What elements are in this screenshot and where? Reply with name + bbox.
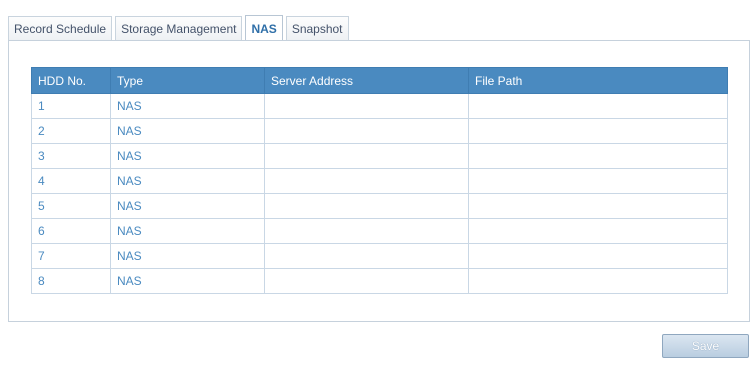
- cell-type: NAS: [110, 243, 265, 269]
- cell-file-path: [468, 118, 728, 144]
- cell-file-path: [468, 193, 728, 219]
- cell-hdd-no: 2: [31, 118, 111, 144]
- cell-hdd-no: 5: [31, 193, 111, 219]
- table-row[interactable]: 7 NAS: [31, 243, 728, 269]
- table-body: 1 NAS 2 NAS 3 NAS 4 NAS 5 NAS 6 NAS 7 NAS 8 NAS: [31, 93, 728, 294]
- tab-storage-management[interactable]: Storage Management: [115, 16, 243, 40]
- cell-hdd-no: 7: [31, 243, 111, 269]
- table-row[interactable]: 3 NAS: [31, 143, 728, 169]
- cell-server-address: [264, 143, 469, 169]
- cell-file-path: [468, 268, 728, 294]
- table-row[interactable]: 6 NAS: [31, 218, 728, 244]
- tab-nas[interactable]: NAS: [245, 15, 283, 41]
- cell-type: NAS: [110, 168, 265, 194]
- save-button[interactable]: Save: [662, 334, 749, 358]
- table-row[interactable]: 8 NAS: [31, 268, 728, 294]
- cell-hdd-no: 1: [31, 93, 111, 119]
- cell-server-address: [264, 243, 469, 269]
- table-row[interactable]: 4 NAS: [31, 168, 728, 194]
- cell-hdd-no: 6: [31, 218, 111, 244]
- cell-hdd-no: 8: [31, 268, 111, 294]
- tab-record-schedule[interactable]: Record Schedule: [8, 16, 113, 40]
- table-row[interactable]: 5 NAS: [31, 193, 728, 219]
- cell-file-path: [468, 168, 728, 194]
- cell-server-address: [264, 193, 469, 219]
- cell-server-address: [264, 93, 469, 119]
- cell-file-path: [468, 143, 728, 169]
- cell-type: NAS: [110, 193, 265, 219]
- cell-server-address: [264, 218, 469, 244]
- cell-hdd-no: 3: [31, 143, 111, 169]
- cell-server-address: [264, 268, 469, 294]
- nas-panel: HDD No. Type Server Address File Path 1N…: [8, 40, 750, 322]
- cell-type: NAS: [110, 118, 265, 144]
- nas-settings-page: Record Schedule Storage Management NAS S…: [0, 0, 751, 367]
- cell-server-address: [264, 118, 469, 144]
- cell-file-path: [468, 93, 728, 119]
- header-file-path: File Path: [468, 67, 728, 94]
- cell-type: NAS: [110, 93, 265, 119]
- header-hdd-no: HDD No.: [31, 67, 111, 94]
- cell-file-path: [468, 218, 728, 244]
- header-type: Type: [110, 67, 265, 94]
- tab-snapshot[interactable]: Snapshot: [285, 16, 349, 40]
- cell-type: NAS: [110, 268, 265, 294]
- cell-type: NAS: [110, 218, 265, 244]
- tab-bar: Record Schedule Storage Management NAS S…: [8, 15, 349, 41]
- table-header-row: HDD No. Type Server Address File Path: [31, 67, 728, 94]
- nas-table: HDD No. Type Server Address File Path 1N…: [31, 67, 728, 294]
- header-server-address: Server Address: [264, 67, 469, 94]
- cell-type: NAS: [110, 143, 265, 169]
- cell-hdd-no: 4: [31, 168, 111, 194]
- cell-file-path: [468, 243, 728, 269]
- table-row[interactable]: 1 NAS: [31, 93, 728, 119]
- table-row[interactable]: 2 NAS: [31, 118, 728, 144]
- cell-server-address: [264, 168, 469, 194]
